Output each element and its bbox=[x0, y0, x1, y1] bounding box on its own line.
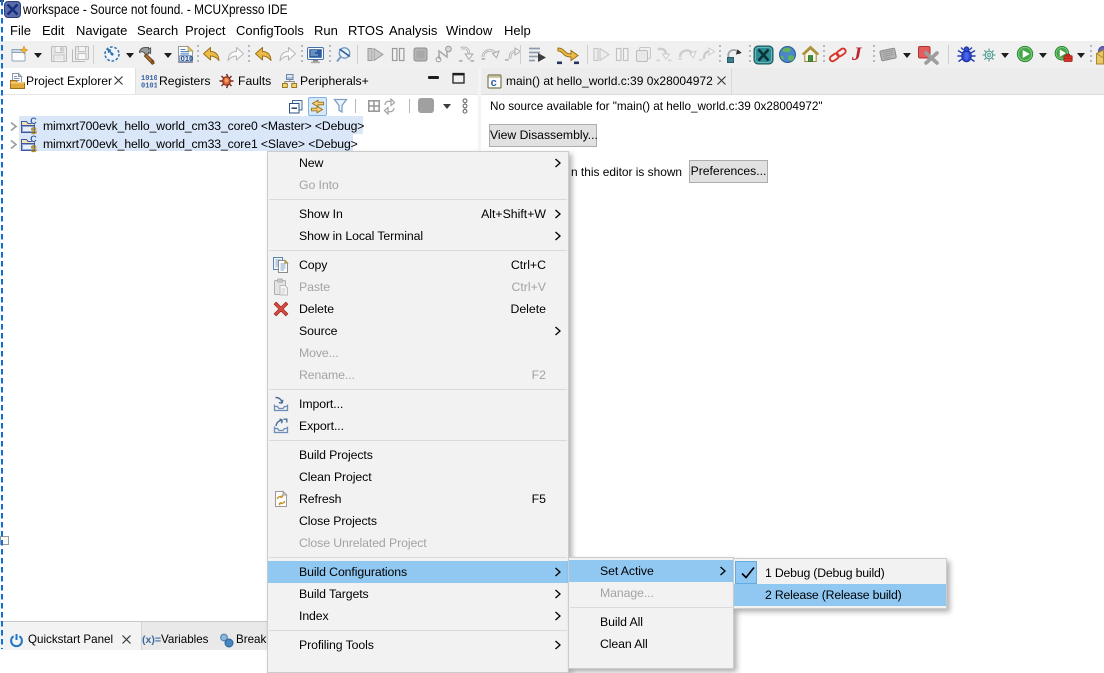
svg-text:c: c bbox=[491, 77, 497, 89]
svg-text:S: S bbox=[31, 144, 37, 153]
svg-text:C: C bbox=[30, 135, 37, 144]
svg-text:010: 010 bbox=[181, 54, 194, 63]
svg-text:C: C bbox=[30, 117, 37, 126]
svg-text:J: J bbox=[851, 44, 862, 64]
svg-text:0101: 0101 bbox=[141, 83, 157, 90]
